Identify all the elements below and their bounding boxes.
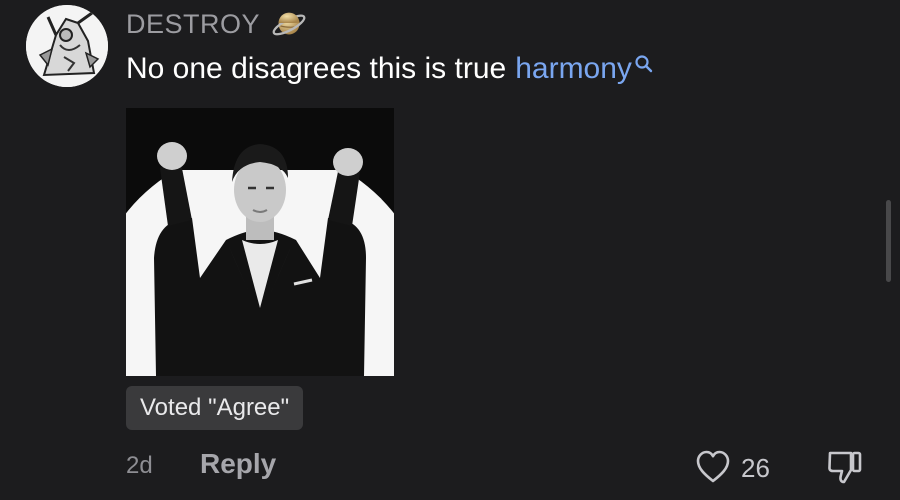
reply-button[interactable]: Reply: [200, 448, 276, 480]
avatar[interactable]: [26, 5, 108, 87]
photo-image: [126, 108, 394, 376]
like-count: 26: [741, 453, 770, 483]
username[interactable]: DESTROY: [126, 9, 260, 40]
avatar-drawing: [26, 5, 108, 87]
comment-text-body: No one disagrees this is true: [126, 52, 507, 85]
like-button[interactable]: [694, 448, 732, 486]
comment-timestamp: 2d: [126, 452, 153, 479]
comment-header: DESTROY: [126, 6, 308, 42]
search-icon: [634, 54, 654, 74]
planet-icon: [270, 5, 308, 43]
comment-text: No one disagrees this is true harmony: [126, 52, 654, 86]
dislike-button[interactable]: [824, 446, 866, 488]
vote-badge-label: Voted "Agree": [140, 394, 290, 421]
vote-badge: Voted "Agree": [126, 386, 304, 430]
comment-photo[interactable]: [126, 108, 394, 376]
harmony-search-link[interactable]: harmony: [515, 52, 654, 86]
harmony-link-label: harmony: [515, 52, 632, 85]
scrollbar[interactable]: [886, 200, 891, 282]
heart-outline-icon: [694, 448, 732, 486]
thumbs-down-outline-icon: [824, 446, 866, 488]
